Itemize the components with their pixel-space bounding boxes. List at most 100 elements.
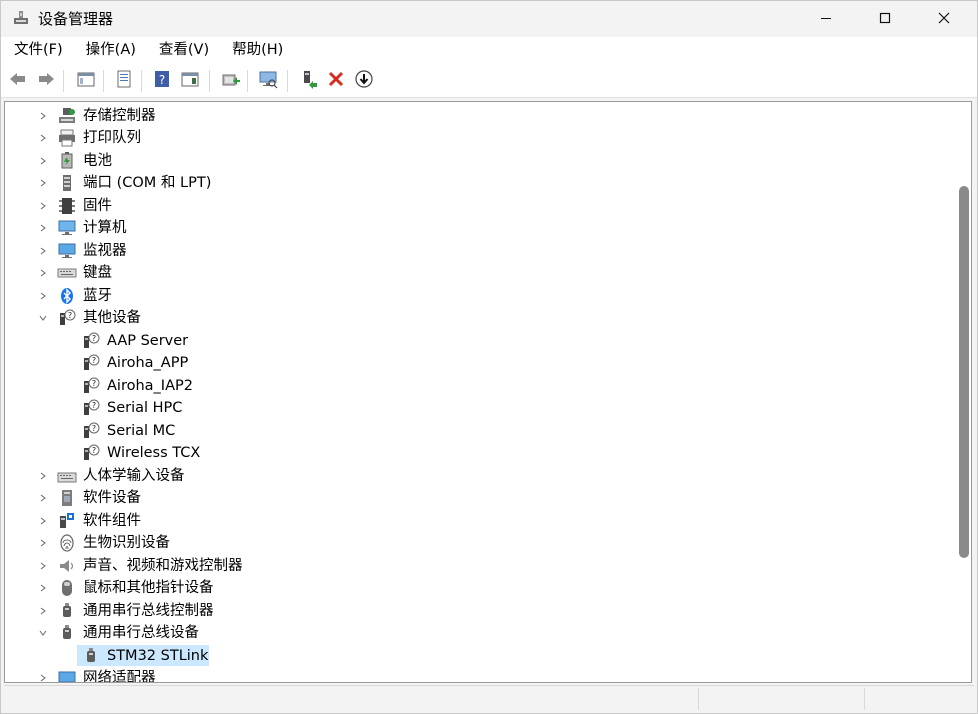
- vertical-scrollbar[interactable]: [955, 102, 971, 682]
- title-bar[interactable]: 设备管理器: [1, 1, 977, 35]
- scan-hardware-icon: [258, 69, 278, 93]
- tree-label: 软件组件: [83, 513, 141, 529]
- tree-row-software-devices[interactable]: 软件设备: [5, 487, 955, 509]
- chevron-right-icon[interactable]: [37, 290, 49, 302]
- tree-row-usb-controllers[interactable]: 通用串行总线控制器: [5, 600, 955, 622]
- menu-view[interactable]: 查看(V): [146, 37, 219, 64]
- enable-device-button[interactable]: [297, 70, 319, 92]
- properties-button[interactable]: [113, 70, 135, 92]
- chevron-right-icon[interactable]: [37, 222, 49, 234]
- chevron-right-icon[interactable]: [37, 492, 49, 504]
- tree-row-storage-controllers[interactable]: 存储控制器: [5, 105, 955, 127]
- svg-text:?: ?: [92, 379, 96, 388]
- tree-label: 软件设备: [83, 490, 141, 506]
- chevron-right-icon[interactable]: [37, 267, 49, 279]
- tree-label: 生物识别设备: [83, 535, 170, 551]
- back-arrow-icon: [8, 69, 28, 93]
- tree-label: 电池: [83, 153, 112, 169]
- tree-row-print-queues[interactable]: 打印队列: [5, 127, 955, 149]
- chevron-right-icon[interactable]: [37, 200, 49, 212]
- chevron-right-icon[interactable]: [37, 515, 49, 527]
- chevron-down-icon[interactable]: [37, 312, 49, 324]
- chevron-right-icon[interactable]: [37, 132, 49, 144]
- window-title: 设备管理器: [38, 10, 114, 28]
- maximize-button[interactable]: [862, 1, 908, 35]
- help-icon: ?: [152, 69, 172, 93]
- unknown-device-icon: ?: [57, 308, 77, 328]
- tree-row-wireless-tcx[interactable]: ? Wireless TCX: [5, 442, 955, 464]
- svg-text:?: ?: [92, 334, 96, 343]
- printer-icon: [57, 128, 77, 148]
- tree-row-airoha-iap2[interactable]: ? Airoha_IAP2: [5, 375, 955, 397]
- close-button[interactable]: [921, 1, 967, 35]
- tree-row-ports[interactable]: 端口 (COM 和 LPT): [5, 172, 955, 194]
- scrollbar-thumb[interactable]: [959, 186, 969, 558]
- unknown-device-icon: ?: [81, 443, 101, 463]
- chevron-right-icon[interactable]: [37, 672, 49, 682]
- tree-row-monitors[interactable]: 监视器: [5, 240, 955, 262]
- tree-row-network-adapters[interactable]: 网络适配器: [5, 667, 955, 683]
- chevron-right-icon[interactable]: [37, 155, 49, 167]
- svg-text:?: ?: [92, 356, 96, 365]
- update-driver-button[interactable]: [219, 70, 241, 92]
- toolbar-separator: [63, 70, 64, 92]
- tree-row-keyboards[interactable]: 键盘: [5, 262, 955, 284]
- forward-button[interactable]: [35, 70, 57, 92]
- tree-row-software-components[interactable]: 软件组件: [5, 510, 955, 532]
- menu-action[interactable]: 操作(A): [73, 37, 146, 64]
- enable-device-icon: [298, 69, 318, 93]
- tree-row-bluetooth[interactable]: 蓝牙: [5, 285, 955, 307]
- tree-row-other-devices[interactable]: ? 其他设备: [5, 307, 955, 329]
- tree-row-biometric[interactable]: 生物识别设备: [5, 532, 955, 554]
- tree-row-computer[interactable]: 计算机: [5, 217, 955, 239]
- tree-row-usb-devices[interactable]: 通用串行总线设备: [5, 622, 955, 644]
- menu-bar: 文件(F) 操作(A) 查看(V) 帮助(H): [1, 37, 977, 64]
- unknown-device-icon: ?: [81, 376, 101, 396]
- tree-row-stm32-stlink[interactable]: STM32 STLink: [5, 645, 955, 667]
- tree-label: 存储控制器: [83, 108, 156, 124]
- action-pane-button[interactable]: [179, 70, 201, 92]
- download-button[interactable]: [353, 70, 375, 92]
- tree-label: Serial HPC: [107, 400, 183, 416]
- chevron-right-icon[interactable]: [37, 560, 49, 572]
- tree-label: 其他设备: [83, 310, 141, 326]
- device-manager-icon: [12, 9, 30, 27]
- chevron-down-icon[interactable]: [37, 627, 49, 639]
- show-hide-console-tree-icon: [76, 69, 96, 93]
- tree-label: 计算机: [83, 220, 127, 236]
- chevron-right-icon[interactable]: [37, 582, 49, 594]
- tree-row-serial-hpc[interactable]: ? Serial HPC: [5, 397, 955, 419]
- show-hide-console-tree-button[interactable]: [75, 70, 97, 92]
- chevron-right-icon[interactable]: [37, 470, 49, 482]
- firmware-icon: [57, 196, 77, 216]
- tree-label: 通用串行总线设备: [83, 625, 199, 641]
- back-button[interactable]: [7, 70, 29, 92]
- menu-file[interactable]: 文件(F): [1, 37, 73, 64]
- chevron-right-icon[interactable]: [37, 245, 49, 257]
- storage-controller-icon: [57, 106, 77, 126]
- tree-label: 人体学输入设备: [83, 468, 185, 484]
- tree-row-airoha-app[interactable]: ? Airoha_APP: [5, 352, 955, 374]
- speaker-icon: [57, 556, 77, 576]
- chevron-right-icon[interactable]: [37, 537, 49, 549]
- device-tree[interactable]: 存储控制器 打印队列 电池 端口 (COM 和 LPT) 固件 计算机 监视器 …: [4, 101, 972, 683]
- tree-row-battery[interactable]: 电池: [5, 150, 955, 172]
- menu-help[interactable]: 帮助(H): [219, 37, 293, 64]
- tree-row-hid[interactable]: 人体学输入设备: [5, 465, 955, 487]
- tree-row-aap-server[interactable]: ? AAP Server: [5, 330, 955, 352]
- tree-label: 鼠标和其他指针设备: [83, 580, 214, 596]
- minimize-button[interactable]: [803, 1, 849, 35]
- tree-label: 网络适配器: [83, 670, 156, 683]
- chevron-right-icon[interactable]: [37, 177, 49, 189]
- tree-row-firmware[interactable]: 固件: [5, 195, 955, 217]
- chevron-right-icon[interactable]: [37, 605, 49, 617]
- unknown-device-icon: ?: [81, 398, 101, 418]
- help-button[interactable]: ?: [151, 70, 173, 92]
- mouse-icon: [57, 578, 77, 598]
- scan-hardware-button[interactable]: [257, 70, 279, 92]
- tree-row-serial-mc[interactable]: ? Serial MC: [5, 420, 955, 442]
- chevron-right-icon[interactable]: [37, 110, 49, 122]
- tree-row-sound[interactable]: 声音、视频和游戏控制器: [5, 555, 955, 577]
- tree-row-mouse[interactable]: 鼠标和其他指针设备: [5, 577, 955, 599]
- uninstall-device-button[interactable]: [325, 70, 347, 92]
